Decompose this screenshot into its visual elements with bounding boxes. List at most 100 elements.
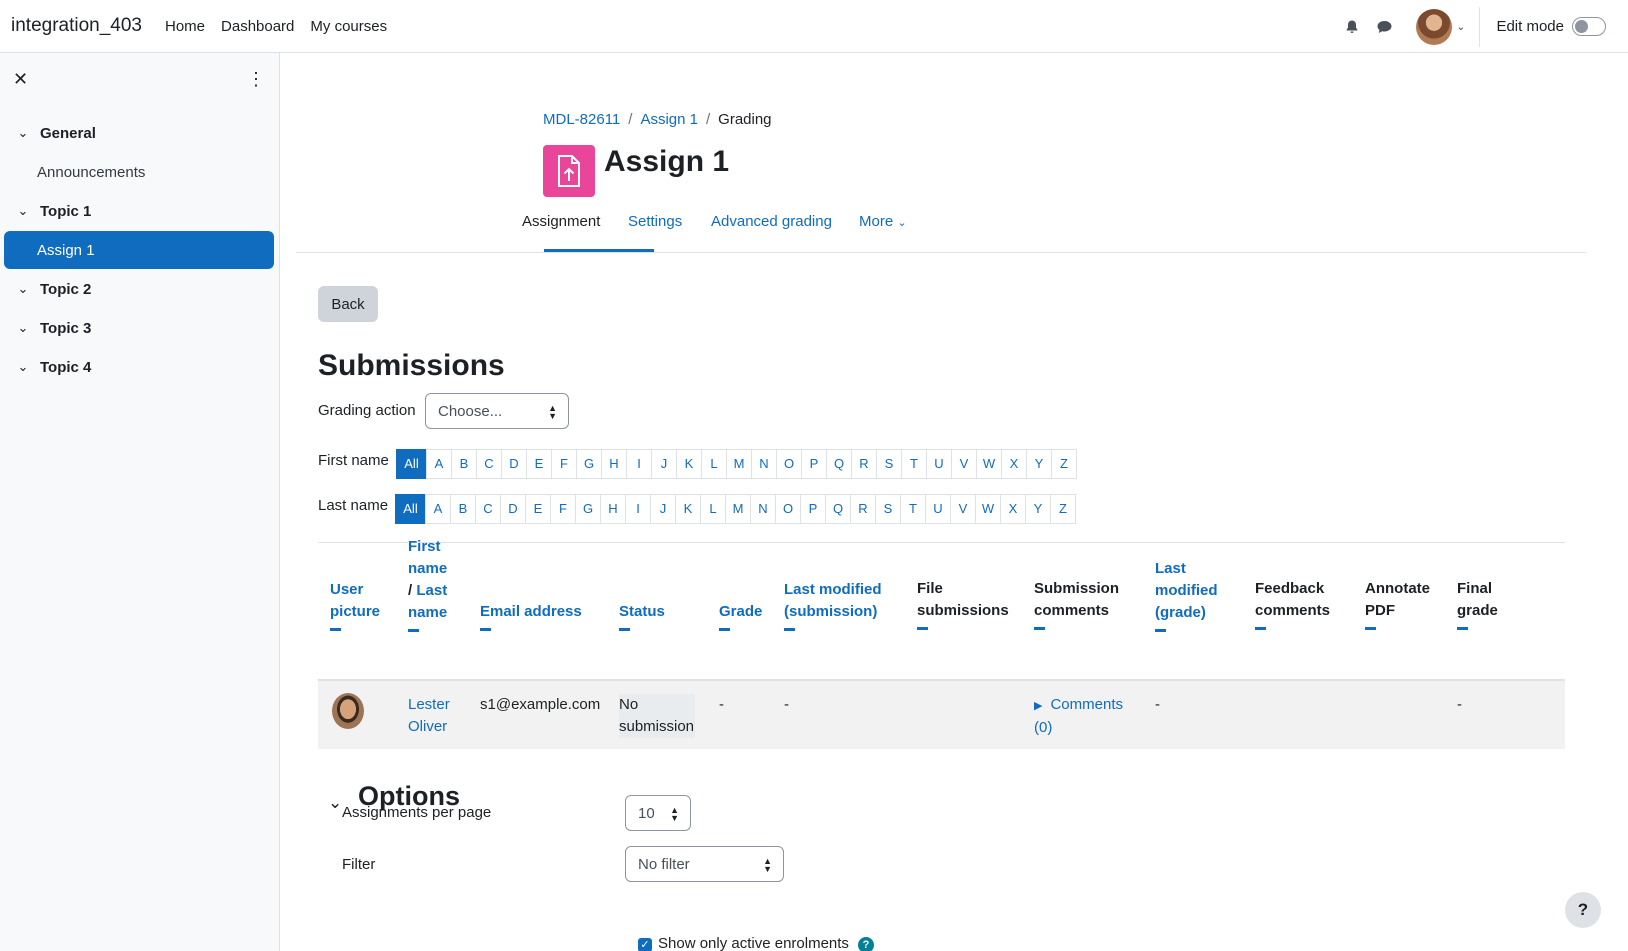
- tab-advanced-grading[interactable]: Advanced grading: [711, 213, 832, 230]
- initial-letter[interactable]: H: [601, 449, 627, 479]
- user-fullname-link[interactable]: Lester Oliver: [408, 694, 450, 738]
- course-index-item-assign-1[interactable]: Assign 1: [4, 231, 274, 269]
- course-index-item-announcements[interactable]: Announcements: [4, 153, 274, 191]
- nav-my-courses[interactable]: My courses: [310, 18, 387, 35]
- initial-letter[interactable]: I: [625, 494, 651, 524]
- initial-all[interactable]: All: [395, 494, 426, 524]
- col-header-email[interactable]: Email address: [480, 601, 582, 631]
- initial-letter[interactable]: S: [875, 494, 901, 524]
- initial-letter[interactable]: B: [451, 449, 477, 479]
- initial-letter[interactable]: S: [876, 449, 902, 479]
- initial-letter[interactable]: C: [475, 494, 501, 524]
- initial-letter[interactable]: A: [426, 449, 452, 479]
- help-question-icon[interactable]: ?: [858, 937, 874, 951]
- initial-letter[interactable]: Y: [1025, 494, 1051, 524]
- initial-letter[interactable]: R: [851, 449, 877, 479]
- initial-letter[interactable]: L: [700, 494, 726, 524]
- initial-letter[interactable]: Z: [1050, 494, 1076, 524]
- initial-letter[interactable]: X: [1000, 494, 1026, 524]
- initial-letter[interactable]: E: [526, 449, 552, 479]
- initial-letter[interactable]: A: [425, 494, 451, 524]
- initial-letter[interactable]: T: [901, 449, 927, 479]
- messages-chat-icon[interactable]: [1370, 13, 1398, 41]
- nav-home[interactable]: Home: [165, 18, 205, 35]
- active-enrolments-checkbox[interactable]: ✓: [638, 938, 652, 951]
- chevron-down-icon[interactable]: ⌄: [328, 793, 342, 813]
- tab-assignment[interactable]: Assignment: [522, 213, 600, 230]
- chevron-down-icon[interactable]: ⌄: [4, 359, 32, 375]
- col-header-user-picture[interactable]: User picture: [330, 579, 380, 631]
- site-brand[interactable]: integration_403: [11, 15, 142, 37]
- initial-letter[interactable]: V: [951, 449, 977, 479]
- initial-letter[interactable]: Q: [825, 494, 851, 524]
- initial-letter[interactable]: Y: [1026, 449, 1052, 479]
- initial-letter[interactable]: T: [900, 494, 926, 524]
- initial-letter[interactable]: P: [800, 494, 826, 524]
- initial-letter[interactable]: Q: [826, 449, 852, 479]
- initial-letter[interactable]: K: [675, 494, 701, 524]
- initial-letter[interactable]: G: [576, 449, 602, 479]
- initial-letter[interactable]: P: [801, 449, 827, 479]
- initial-letter[interactable]: K: [676, 449, 702, 479]
- edit-mode-toggle[interactable]: [1572, 17, 1606, 36]
- initial-letter[interactable]: J: [651, 449, 677, 479]
- chevron-down-icon[interactable]: ⌄: [4, 281, 32, 297]
- initial-letter[interactable]: L: [701, 449, 727, 479]
- filter-select[interactable]: No filter ▲ ▼: [625, 846, 784, 882]
- close-icon[interactable]: ✕: [13, 69, 28, 90]
- initial-letter[interactable]: D: [501, 449, 527, 479]
- initial-letter[interactable]: E: [525, 494, 551, 524]
- sort-first-name-link[interactable]: First name: [408, 538, 447, 577]
- initial-letter[interactable]: B: [450, 494, 476, 524]
- kebab-menu-icon[interactable]: ⋮: [247, 69, 265, 90]
- chevron-down-icon[interactable]: ⌄: [1456, 20, 1465, 33]
- initial-letter[interactable]: I: [626, 449, 652, 479]
- notifications-bell-icon[interactable]: [1338, 13, 1366, 41]
- initial-letter[interactable]: M: [725, 494, 751, 524]
- initial-letter[interactable]: M: [726, 449, 752, 479]
- tab-more[interactable]: More ⌄: [859, 213, 907, 230]
- col-header-status[interactable]: Status: [619, 601, 665, 631]
- initial-letter[interactable]: J: [650, 494, 676, 524]
- grading-action-select[interactable]: Choose... ▲ ▼: [425, 393, 569, 429]
- submission-comments-toggle[interactable]: ▶ Comments (0): [1034, 694, 1123, 739]
- course-index-section-topic-4[interactable]: ⌄ Topic 4: [4, 348, 274, 386]
- initial-letter[interactable]: O: [776, 449, 802, 479]
- initial-letter[interactable]: D: [500, 494, 526, 524]
- initial-letter[interactable]: N: [750, 494, 776, 524]
- initial-letter[interactable]: U: [926, 449, 952, 479]
- user-avatar[interactable]: [1416, 8, 1453, 45]
- initial-letter[interactable]: V: [950, 494, 976, 524]
- course-index-section-topic-1[interactable]: ⌄ Topic 1: [4, 192, 274, 230]
- initial-letter[interactable]: F: [550, 494, 576, 524]
- help-button[interactable]: ?: [1565, 892, 1601, 928]
- course-index-section-topic-2[interactable]: ⌄ Topic 2: [4, 270, 274, 308]
- initial-letter[interactable]: G: [575, 494, 601, 524]
- initial-letter[interactable]: N: [751, 449, 777, 479]
- initial-letter[interactable]: Z: [1051, 449, 1077, 479]
- initial-letter[interactable]: F: [551, 449, 577, 479]
- user-picture-avatar[interactable]: [332, 693, 364, 729]
- initial-letter[interactable]: X: [1001, 449, 1027, 479]
- course-index-section-general[interactable]: ⌄ General: [4, 114, 274, 152]
- col-header-last-modified-submission[interactable]: Last modified (submission): [784, 579, 882, 631]
- chevron-down-icon[interactable]: ⌄: [4, 320, 32, 336]
- initial-letter[interactable]: U: [925, 494, 951, 524]
- breadcrumb-assign[interactable]: Assign 1: [640, 111, 698, 128]
- assignments-per-page-select[interactable]: 10 ▲ ▼: [625, 795, 691, 831]
- initial-letter[interactable]: H: [600, 494, 626, 524]
- initial-letter[interactable]: O: [775, 494, 801, 524]
- initial-letter[interactable]: W: [975, 494, 1001, 524]
- initial-letter[interactable]: R: [850, 494, 876, 524]
- initial-letter[interactable]: W: [976, 449, 1002, 479]
- breadcrumb-course[interactable]: MDL-82611: [543, 111, 620, 128]
- initial-all[interactable]: All: [396, 449, 427, 479]
- chevron-down-icon[interactable]: ⌄: [4, 125, 32, 141]
- back-button[interactable]: Back: [318, 286, 378, 322]
- col-header-grade[interactable]: Grade: [719, 601, 762, 631]
- initial-letter[interactable]: C: [476, 449, 502, 479]
- tab-settings[interactable]: Settings: [628, 213, 682, 230]
- nav-dashboard[interactable]: Dashboard: [221, 18, 294, 35]
- chevron-down-icon[interactable]: ⌄: [4, 203, 32, 219]
- col-header-last-modified-grade[interactable]: Last modified (grade): [1155, 558, 1218, 632]
